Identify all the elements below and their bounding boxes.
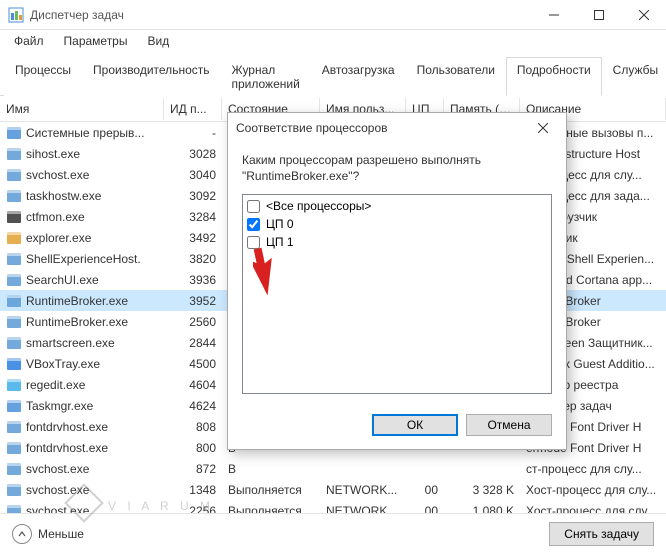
cpu-checkbox-all[interactable] <box>247 200 260 213</box>
dialog-titlebar[interactable]: Соответствие процессоров <box>228 113 566 143</box>
cell-name: svchost.exe <box>0 501 164 515</box>
cell-pid: 3028 <box>164 145 222 163</box>
taskmanager-icon <box>8 7 24 23</box>
tab-users[interactable]: Пользователи <box>406 57 506 96</box>
cell-name: fontdrvhost.exe <box>0 417 164 437</box>
col-name[interactable]: Имя <box>0 98 164 120</box>
cell-pid: 2256 <box>164 502 222 515</box>
cell-cpu <box>406 467 444 471</box>
cpu-item-0[interactable]: ЦП 0 <box>245 215 549 233</box>
window-title: Диспетчер задач <box>30 8 531 22</box>
cell-state: В <box>222 460 320 478</box>
cell-name: svchost.exe <box>0 459 164 479</box>
cell-name: RuntimeBroker.exe <box>0 291 164 311</box>
cell-name: SearchUI.exe <box>0 270 164 290</box>
cell-state: Выполняется <box>222 502 320 515</box>
cell-user: NETWORK... <box>320 481 406 499</box>
cell-pid: 4604 <box>164 376 222 394</box>
cell-pid: 3936 <box>164 271 222 289</box>
minimize-button[interactable] <box>531 0 576 30</box>
footer: Меньше Снять задачу <box>0 514 666 554</box>
tab-details[interactable]: Подробности <box>506 57 602 96</box>
cell-pid: 3492 <box>164 229 222 247</box>
titlebar: Диспетчер задач <box>0 0 666 30</box>
cell-pid: 1348 <box>164 481 222 499</box>
tab-performance[interactable]: Производительность <box>82 57 220 96</box>
cell-name: sihost.exe <box>0 144 164 164</box>
fewer-details-button[interactable]: Меньше <box>12 524 84 544</box>
cell-cpu: 00 <box>406 502 444 515</box>
cell-name: smartscreen.exe <box>0 333 164 353</box>
cell-name: ShellExperienceHost. <box>0 249 164 269</box>
cpu-checkbox-0[interactable] <box>247 218 260 231</box>
cpu-item-1[interactable]: ЦП 1 <box>245 233 549 251</box>
table-row[interactable]: svchost.exe1348ВыполняетсяNETWORK...003 … <box>0 479 666 500</box>
cell-state: Выполняется <box>222 481 320 499</box>
cell-pid: 4500 <box>164 355 222 373</box>
cell-desc: ст-процесс для слу... <box>520 460 666 478</box>
cell-pid: 2560 <box>164 313 222 331</box>
cell-name: ctfmon.exe <box>0 207 164 227</box>
cell-pid: - <box>164 124 222 142</box>
cell-name: regedit.exe <box>0 375 164 395</box>
cell-name: Taskmgr.exe <box>0 396 164 416</box>
dialog-question: Каким процессорам разрешено выполнять "R… <box>242 153 552 184</box>
cell-pid: 4624 <box>164 397 222 415</box>
cell-name: fontdrvhost.exe <box>0 438 164 458</box>
cell-pid: 808 <box>164 418 222 436</box>
menu-view[interactable]: Вид <box>139 32 177 50</box>
end-task-button[interactable]: Снять задачу <box>549 522 654 546</box>
cell-desc: Хост-процесс для слу... <box>520 502 666 515</box>
tab-services[interactable]: Службы <box>602 57 666 96</box>
cell-pid: 2844 <box>164 334 222 352</box>
cell-pid: 872 <box>164 460 222 478</box>
menubar: Файл Параметры Вид <box>0 30 666 52</box>
cell-pid: 3040 <box>164 166 222 184</box>
cell-pid: 3284 <box>164 208 222 226</box>
cell-user <box>320 467 406 471</box>
cell-pid: 3092 <box>164 187 222 205</box>
table-row[interactable]: svchost.exe872Вст-процесс для слу... <box>0 458 666 479</box>
maximize-button[interactable] <box>576 0 621 30</box>
cell-user: NETWORK... <box>320 502 406 515</box>
cell-name: RuntimeBroker.exe <box>0 312 164 332</box>
dialog-ok-button[interactable]: ОК <box>372 414 458 436</box>
cell-pid: 800 <box>164 439 222 457</box>
table-row[interactable]: svchost.exe2256ВыполняетсяNETWORK...001 … <box>0 500 666 514</box>
cell-mem: 1 080 K <box>444 502 520 515</box>
cell-desc: Хост-процесс для слу... <box>520 481 666 499</box>
cpu-item-all[interactable]: <Все процессоры> <box>245 197 549 215</box>
cpu-list: <Все процессоры> ЦП 0 ЦП 1 <box>242 194 552 394</box>
cpu-checkbox-1[interactable] <box>247 236 260 249</box>
close-button[interactable] <box>621 0 666 30</box>
cell-name: svchost.exe <box>0 165 164 185</box>
dialog-title: Соответствие процессоров <box>236 121 528 135</box>
processor-affinity-dialog: Соответствие процессоров Каким процессор… <box>227 112 567 450</box>
col-pid[interactable]: ИД п... <box>164 98 222 120</box>
cell-name: VBoxTray.exe <box>0 354 164 374</box>
cell-mem: 3 328 K <box>444 481 520 499</box>
tab-startup[interactable]: Автозагрузка <box>311 57 406 96</box>
cell-pid: 3952 <box>164 292 222 310</box>
tab-app-history[interactable]: Журнал приложений <box>221 57 311 96</box>
tab-processes[interactable]: Процессы <box>4 57 82 96</box>
cell-pid: 3820 <box>164 250 222 268</box>
menu-file[interactable]: Файл <box>6 32 52 50</box>
tabs: Процессы Производительность Журнал прило… <box>0 56 666 96</box>
cell-mem <box>444 467 520 471</box>
cell-name: taskhostw.exe <box>0 186 164 206</box>
cell-name: Системные прерыв... <box>0 123 164 143</box>
cell-name: explorer.exe <box>0 228 164 248</box>
cell-name: svchost.exe <box>0 480 164 500</box>
dialog-cancel-button[interactable]: Отмена <box>466 414 552 436</box>
menu-options[interactable]: Параметры <box>56 32 136 50</box>
cell-cpu: 00 <box>406 481 444 499</box>
dialog-close-button[interactable] <box>528 114 558 142</box>
